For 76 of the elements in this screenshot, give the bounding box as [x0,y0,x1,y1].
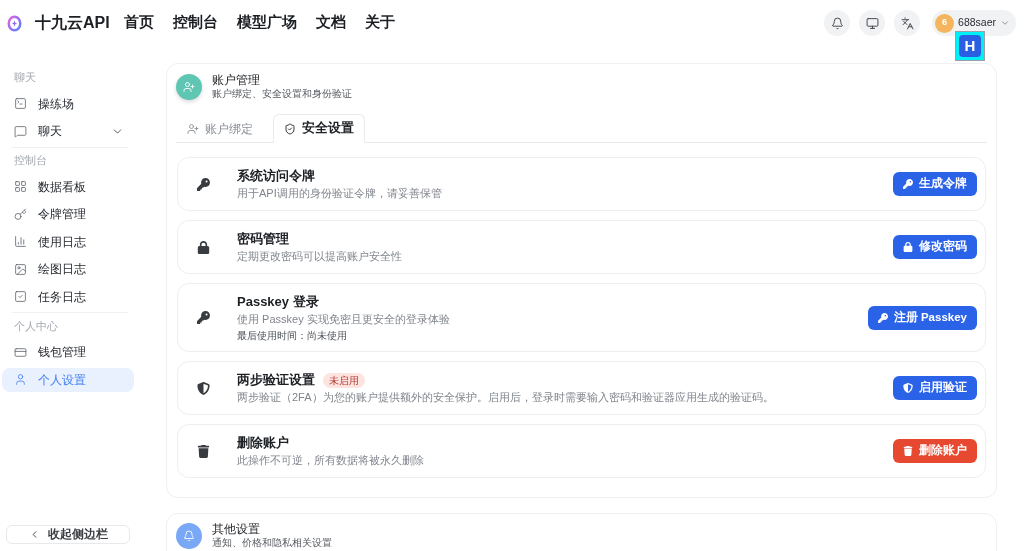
card-title: 账户管理 [212,74,261,87]
action-button[interactable]: 修改密码 [893,235,977,259]
credit-card-icon [14,345,27,359]
setting-note: 最后使用时间：尚未使用 [237,330,348,342]
extension-badge[interactable]: H [955,31,985,61]
language-button[interactable] [894,10,921,36]
sidebar-item[interactable]: 使用日志 [2,229,134,254]
sidebar-section-label: 聊天 [13,70,37,86]
logo-icon [7,14,22,32]
monitor-icon [865,16,879,30]
user-menu-button[interactable]: 6 688saer [932,10,1016,36]
sidebar-item[interactable]: 聊天 [2,119,134,144]
action-button[interactable]: 删除账户 [893,439,977,463]
setting-title: 删除账户 [237,434,289,452]
action-button[interactable]: 注册 Passkey [867,305,977,330]
user-name: 688saer [958,15,996,31]
user-avatar: 6 [935,13,955,33]
shield-icon [197,381,210,395]
trash-icon [903,446,913,456]
sidebar-section-label: 个人中心 [13,318,59,334]
translate-icon [900,16,914,30]
chat-bubble-icon [14,124,27,138]
sidebar-section-label: 控制台 [13,153,48,169]
card-subtitle: 通知、价格和隐私相关设置 [212,536,332,549]
nav-link[interactable]: 首页 [123,12,154,34]
action-button[interactable]: 启用验证 [893,376,977,400]
key-icon [903,179,913,189]
lock-icon [197,240,210,254]
tab[interactable]: 安全设置 [273,114,365,143]
user-icon [14,373,27,387]
grid-icon [14,180,27,194]
setting-title: 密码管理 [237,230,289,248]
sidebar-item[interactable]: 钱包管理 [2,340,134,365]
sidebar-item[interactable]: 操练场 [2,91,134,116]
theme-button[interactable] [859,10,886,36]
card-subtitle: 账户绑定、安全设置和身份验证 [212,87,352,100]
setting-description: 使用 Passkey 实现免密且更安全的登录体验 [237,312,451,327]
sidebar-item[interactable]: 绘图日志 [2,257,134,282]
bell-icon [830,16,844,30]
setting-title: 系统访问令牌 [237,167,315,185]
status-badge: 未启用 [323,372,365,388]
shield-check-icon [284,122,296,135]
nav-link[interactable]: 模型广场 [236,12,297,34]
key-icon [197,177,210,191]
key-icon [14,207,27,221]
sidebar-item[interactable]: 个人设置 [2,367,134,392]
trash-icon [197,444,210,458]
key-icon [197,311,210,324]
image-icon [14,262,27,276]
card-title: 其他设置 [212,522,261,536]
shield-icon [903,383,913,393]
user-plus-icon [187,122,199,135]
collapse-sidebar-button[interactable]: 收起侧边栏 [6,525,130,544]
setting-title: Passkey 登录 [237,293,319,311]
brand-name: 十九云API [35,13,110,33]
chevron-down-icon [1000,18,1010,28]
nav-link[interactable]: 文档 [315,12,346,34]
action-button[interactable]: 生成令牌 [893,172,977,196]
sidebar-item[interactable]: 令牌管理 [2,202,134,227]
notifications-button[interactable] [824,10,851,36]
sidebar-item[interactable]: 数据看板 [2,174,134,199]
nav-link[interactable]: 关于 [364,12,395,34]
tab[interactable]: 账户绑定 [176,114,264,143]
setting-description: 两步验证（2FA）为您的账户提供额外的安全保护。启用后，登录时需要输入密码和验证器应用生成的验证码。 [237,390,775,405]
nav-link[interactable]: 控制台 [172,12,218,34]
setting-description: 定期更改密码可以提高账户安全性 [237,249,403,264]
user-plus-avatar-icon [176,74,202,100]
lock-icon [903,242,913,252]
key-icon [877,312,888,323]
sidebar-item[interactable]: 任务日志 [2,284,134,309]
checkbox-icon [14,290,27,304]
setting-title: 两步验证设置 [237,371,315,389]
setting-description: 此操作不可逆，所有数据将被永久删除 [237,453,425,468]
terminal-icon [14,97,27,111]
setting-description: 用于API调用的身份验证令牌，请妥善保管 [237,186,443,201]
bar-chart-icon [14,235,27,249]
